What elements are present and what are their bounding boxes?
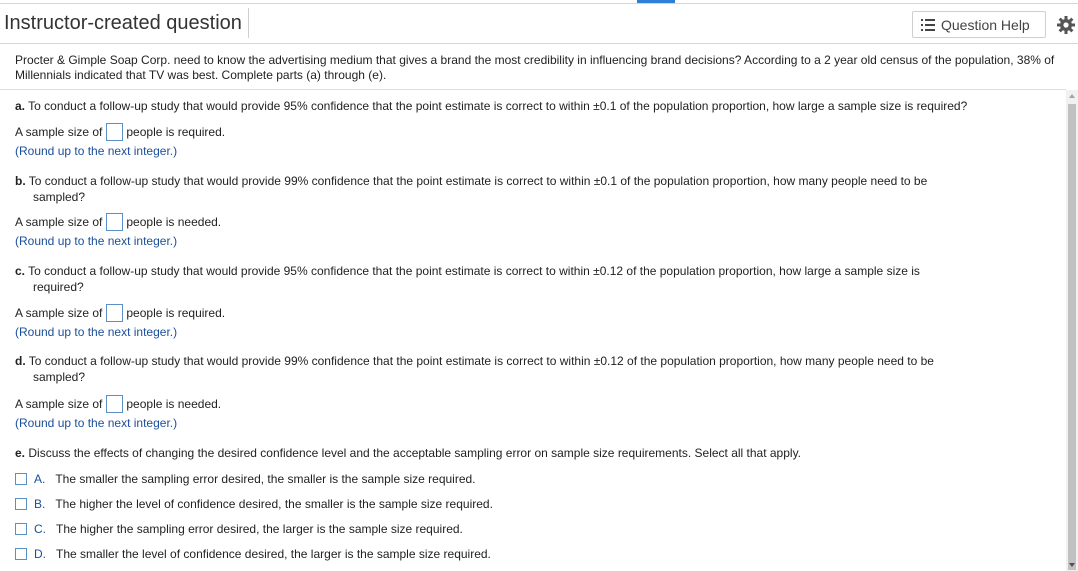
part-d-text-cont: sampled?	[33, 370, 86, 384]
part-c-answer-prefix: A sample size of	[15, 306, 103, 320]
part-b-answer-input[interactable]	[106, 213, 124, 231]
list-icon	[921, 18, 935, 31]
part-d-letter: d.	[15, 354, 26, 368]
part-a-answer-input[interactable]	[106, 123, 124, 141]
part-e-text: Discuss the effects of changing the desi…	[28, 446, 802, 460]
option-a-letter: A.	[34, 472, 46, 486]
part-c-text-cont: required?	[33, 280, 84, 294]
part-e-letter: e.	[15, 446, 26, 460]
part-d-text: To conduct a follow-up study that would …	[28, 354, 934, 368]
option-a-checkbox[interactable]	[15, 473, 27, 485]
part-a-question: a. To conduct a follow-up study that wou…	[15, 98, 1060, 114]
option-d-checkbox[interactable]	[15, 548, 27, 560]
option-b-letter: B.	[34, 497, 46, 511]
part-b-letter: b.	[15, 174, 26, 188]
part-a-answer-suffix: people is required.	[126, 125, 226, 139]
part-a-answer-prefix: A sample size of	[15, 125, 103, 139]
option-d-letter: D.	[34, 547, 46, 561]
part-c-hint: (Round up to the next integer.)	[15, 325, 178, 339]
part-b-answer: A sample size of people is needed.	[15, 213, 221, 231]
vertical-scrollbar[interactable]	[1066, 90, 1078, 571]
question-intro: Procter & Gimple Soap Corp. need to know…	[15, 53, 1055, 82]
part-d-hint: (Round up to the next integer.)	[15, 416, 178, 430]
option-b-text: The higher the level of confidence desir…	[55, 497, 493, 511]
title-bar: Instructor-created question Question Hel…	[0, 3, 1078, 44]
part-a-letter: a.	[15, 99, 26, 113]
option-b-checkbox[interactable]	[15, 498, 27, 510]
part-b-answer-prefix: A sample size of	[15, 215, 103, 229]
part-b-question: b. To conduct a follow-up study that wou…	[15, 173, 1060, 205]
part-b-text-cont: sampled?	[33, 190, 86, 204]
part-d-answer: A sample size of people is needed.	[15, 395, 221, 413]
part-b-text: To conduct a follow-up study that would …	[28, 174, 928, 188]
part-c-letter: c.	[15, 264, 26, 278]
gear-icon[interactable]	[1056, 15, 1076, 35]
header-divider	[0, 43, 1078, 44]
option-c-text: The higher the sampling error desired, t…	[56, 522, 463, 536]
part-d-answer-prefix: A sample size of	[15, 397, 103, 411]
part-a-hint: (Round up to the next integer.)	[15, 144, 178, 158]
question-parts: a. To conduct a follow-up study that wou…	[0, 90, 1066, 571]
option-d[interactable]: D. The smaller the level of confidence d…	[15, 546, 491, 562]
part-d-answer-suffix: people is needed.	[126, 397, 222, 411]
option-a[interactable]: A. The smaller the sampling error desire…	[15, 471, 476, 487]
option-c-checkbox[interactable]	[15, 523, 27, 535]
option-c[interactable]: C. The higher the sampling error desired…	[15, 521, 463, 537]
part-d-question: d. To conduct a follow-up study that wou…	[15, 353, 1060, 385]
scroll-down-arrow-icon[interactable]	[1069, 563, 1075, 567]
part-c-answer: A sample size of people is required.	[15, 304, 225, 322]
part-c-question: c. To conduct a follow-up study that wou…	[15, 263, 1060, 295]
question-help-button[interactable]: Question Help	[912, 11, 1046, 38]
question-help-label: Question Help	[941, 16, 1030, 33]
part-b-answer-suffix: people is needed.	[126, 215, 222, 229]
part-a-text: To conduct a follow-up study that would …	[28, 99, 968, 113]
scrollbar-thumb[interactable]	[1068, 104, 1076, 570]
page-title: Instructor-created question	[0, 8, 249, 38]
option-c-letter: C.	[34, 522, 46, 536]
part-c-answer-suffix: people is required.	[126, 306, 226, 320]
part-c-answer-input[interactable]	[106, 304, 124, 322]
part-c-text: To conduct a follow-up study that would …	[28, 264, 920, 278]
scroll-up-arrow-icon[interactable]	[1069, 94, 1075, 98]
part-e-question: e. Discuss the effects of changing the d…	[15, 445, 1060, 461]
part-d-answer-input[interactable]	[106, 395, 124, 413]
option-b[interactable]: B. The higher the level of confidence de…	[15, 496, 493, 512]
part-a-answer: A sample size of people is required.	[15, 123, 225, 141]
option-d-text: The smaller the level of confidence desi…	[56, 547, 491, 561]
option-a-text: The smaller the sampling error desired, …	[55, 472, 476, 486]
part-b-hint: (Round up to the next integer.)	[15, 234, 178, 248]
